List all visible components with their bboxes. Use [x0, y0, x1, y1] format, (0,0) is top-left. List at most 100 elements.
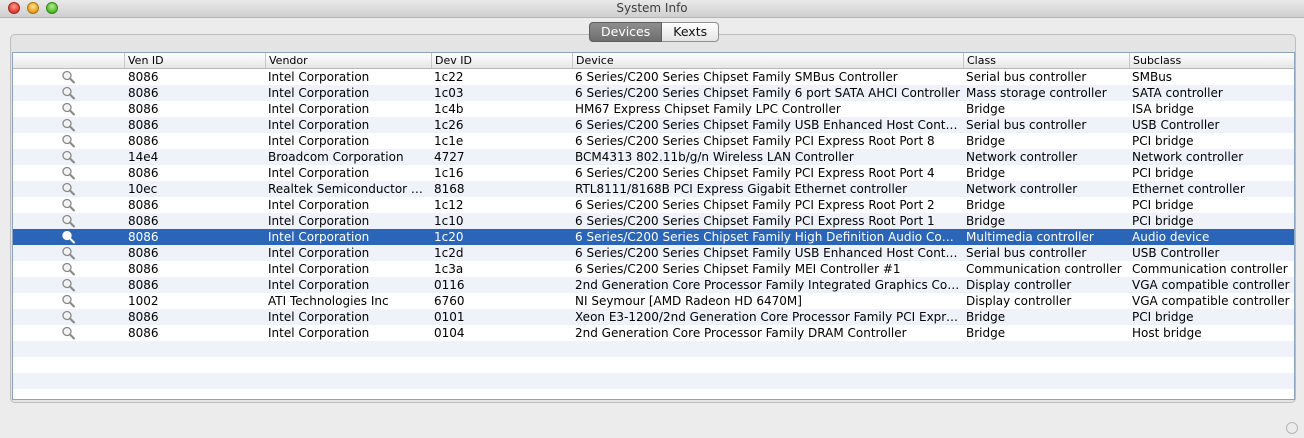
subclass-cell: ISA bridge	[1132, 102, 1194, 116]
column-header-device[interactable]: Device	[572, 53, 963, 68]
tab-kexts[interactable]: Kexts	[662, 22, 720, 42]
magnifier-icon[interactable]	[61, 310, 76, 324]
table-row[interactable]: 8086 Intel Corporation 0101 Xeon E3-1200/2n…	[13, 309, 1294, 325]
ven-id-cell: 8086	[128, 166, 159, 180]
subclass-cell: PCI bridge	[1132, 310, 1194, 324]
table-row[interactable]: 1002 ATI Technologies Inc 6760 NI Seymour […	[13, 293, 1294, 309]
column-header-class[interactable]: Class	[963, 53, 1129, 68]
device-cell: 2nd Generation Core Processor Family Int…	[575, 278, 961, 292]
class-cell: Display controller	[966, 294, 1072, 308]
table-row[interactable]: 10ec Realtek Semiconductor Co... 8168 RTL81…	[13, 181, 1294, 197]
vendor-cell: Intel Corporation	[268, 246, 370, 260]
vendor-cell: Intel Corporation	[268, 166, 370, 180]
device-cell: 6 Series/C200 Series Chipset Family PCI …	[575, 198, 935, 212]
magnifier-icon[interactable]	[61, 294, 76, 308]
magnifier-icon[interactable]	[61, 262, 76, 276]
ven-id-cell: 8086	[128, 262, 159, 276]
class-cell: Mass storage controller	[966, 86, 1107, 100]
dev-id-cell: 1c20	[434, 230, 464, 244]
subclass-cell: Host bridge	[1132, 326, 1202, 340]
device-cell: 6 Series/C200 Series Chipset Family USB …	[575, 246, 961, 260]
subclass-cell: USB Controller	[1132, 246, 1220, 260]
ven-id-cell: 8086	[128, 230, 159, 244]
vendor-cell: Intel Corporation	[268, 310, 370, 324]
dev-id-cell: 1c4b	[434, 102, 464, 116]
magnifier-icon[interactable]	[61, 166, 76, 180]
table-header: Ven ID Vendor Dev ID Device Class Subcla…	[13, 53, 1294, 69]
device-cell: 6 Series/C200 Series Chipset Family PCI …	[575, 166, 935, 180]
device-cell: 6 Series/C200 Series Chipset Family High…	[575, 230, 961, 244]
magnifier-icon[interactable]	[61, 198, 76, 212]
table-row[interactable]: 8086 Intel Corporation 1c26 6 Series/C200 S…	[13, 117, 1294, 133]
vendor-cell: Intel Corporation	[268, 278, 370, 292]
table-row[interactable]: 8086 Intel Corporation 0116 2nd Generation …	[13, 277, 1294, 293]
vendor-cell: Intel Corporation	[268, 102, 370, 116]
table-row[interactable]: 14e4 Broadcom Corporation 4727 BCM4313 802.…	[13, 149, 1294, 165]
subclass-cell: SMBus	[1132, 70, 1173, 84]
ven-id-cell: 8086	[128, 86, 159, 100]
magnifier-icon[interactable]	[61, 182, 76, 196]
table-row[interactable]: 8086 Intel Corporation 1c10 6 Series/C200 S…	[13, 213, 1294, 229]
dev-id-cell: 6760	[434, 294, 465, 308]
table-row[interactable]: 8086 Intel Corporation 1c20 6 Series/C200 S…	[13, 229, 1294, 245]
magnifier-icon[interactable]	[61, 86, 76, 100]
empty-row	[13, 373, 1294, 389]
magnifier-icon[interactable]	[61, 214, 76, 228]
class-cell: Bridge	[966, 134, 1006, 148]
subclass-cell: Communication controller	[1132, 262, 1288, 276]
dev-id-cell: 4727	[434, 150, 465, 164]
device-cell: 6 Series/C200 Series Chipset Family MEI …	[575, 262, 901, 276]
class-cell: Bridge	[966, 198, 1006, 212]
magnifier-icon[interactable]	[61, 70, 76, 84]
magnifier-icon[interactable]	[61, 230, 76, 244]
ven-id-cell: 8086	[128, 70, 159, 84]
magnifier-icon[interactable]	[61, 246, 76, 260]
dev-id-cell: 0116	[434, 278, 465, 292]
table-row[interactable]: 8086 Intel Corporation 1c16 6 Series/C200 S…	[13, 165, 1294, 181]
vendor-cell: Intel Corporation	[268, 86, 370, 100]
vendor-cell: Realtek Semiconductor Co...	[268, 182, 429, 196]
magnifier-icon[interactable]	[61, 134, 76, 148]
magnifier-icon[interactable]	[61, 150, 76, 164]
magnifier-icon[interactable]	[61, 326, 76, 340]
column-header-icon[interactable]	[13, 53, 124, 68]
table-row[interactable]: 8086 Intel Corporation 1c2d 6 Series/C200 S…	[13, 245, 1294, 261]
table-row[interactable]: 8086 Intel Corporation 1c22 6 Series/C200 S…	[13, 69, 1294, 85]
ven-id-cell: 1002	[128, 294, 159, 308]
class-cell: Serial bus controller	[966, 118, 1087, 132]
column-header-dev-id[interactable]: Dev ID	[431, 53, 572, 68]
ven-id-cell: 14e4	[128, 150, 159, 164]
table-row[interactable]: 8086 Intel Corporation 1c3a 6 Series/C200 S…	[13, 261, 1294, 277]
vendor-cell: Intel Corporation	[268, 198, 370, 212]
table-row[interactable]: 8086 Intel Corporation 1c4b HM67 Express Ch…	[13, 101, 1294, 117]
ven-id-cell: 8086	[128, 118, 159, 132]
dev-id-cell: 1c3a	[434, 262, 464, 276]
vendor-cell: Intel Corporation	[268, 214, 370, 228]
table-row[interactable]: 8086 Intel Corporation 0104 2nd Generation …	[13, 325, 1294, 341]
magnifier-icon[interactable]	[61, 118, 76, 132]
ven-id-cell: 8086	[128, 198, 159, 212]
magnifier-icon[interactable]	[61, 102, 76, 116]
tab-bar: Devices Kexts	[589, 22, 720, 42]
tab-devices[interactable]: Devices	[589, 22, 663, 42]
device-cell: 6 Series/C200 Series Chipset Family 6 po…	[575, 86, 961, 100]
dev-id-cell: 1c03	[434, 86, 464, 100]
resize-grip-icon[interactable]	[1286, 422, 1298, 434]
device-cell: 6 Series/C200 Series Chipset Family PCI …	[575, 134, 935, 148]
class-cell: Communication controller	[966, 262, 1122, 276]
class-cell: Display controller	[966, 278, 1072, 292]
column-header-subclass[interactable]: Subclass	[1129, 53, 1294, 68]
class-cell: Bridge	[966, 166, 1006, 180]
magnifier-icon[interactable]	[61, 278, 76, 292]
table-row[interactable]: 8086 Intel Corporation 1c12 6 Series/C200 S…	[13, 197, 1294, 213]
empty-row	[13, 341, 1294, 357]
ven-id-cell: 10ec	[128, 182, 158, 196]
vendor-cell: Intel Corporation	[268, 134, 370, 148]
column-header-ven-id[interactable]: Ven ID	[124, 53, 265, 68]
table-row[interactable]: 8086 Intel Corporation 1c1e 6 Series/C200 S…	[13, 133, 1294, 149]
device-cell: 6 Series/C200 Series Chipset Family USB …	[575, 118, 961, 132]
subclass-cell: Audio device	[1132, 230, 1210, 244]
subclass-cell: Ethernet controller	[1132, 182, 1245, 196]
column-header-vendor[interactable]: Vendor	[265, 53, 431, 68]
table-row[interactable]: 8086 Intel Corporation 1c03 6 Series/C200 S…	[13, 85, 1294, 101]
